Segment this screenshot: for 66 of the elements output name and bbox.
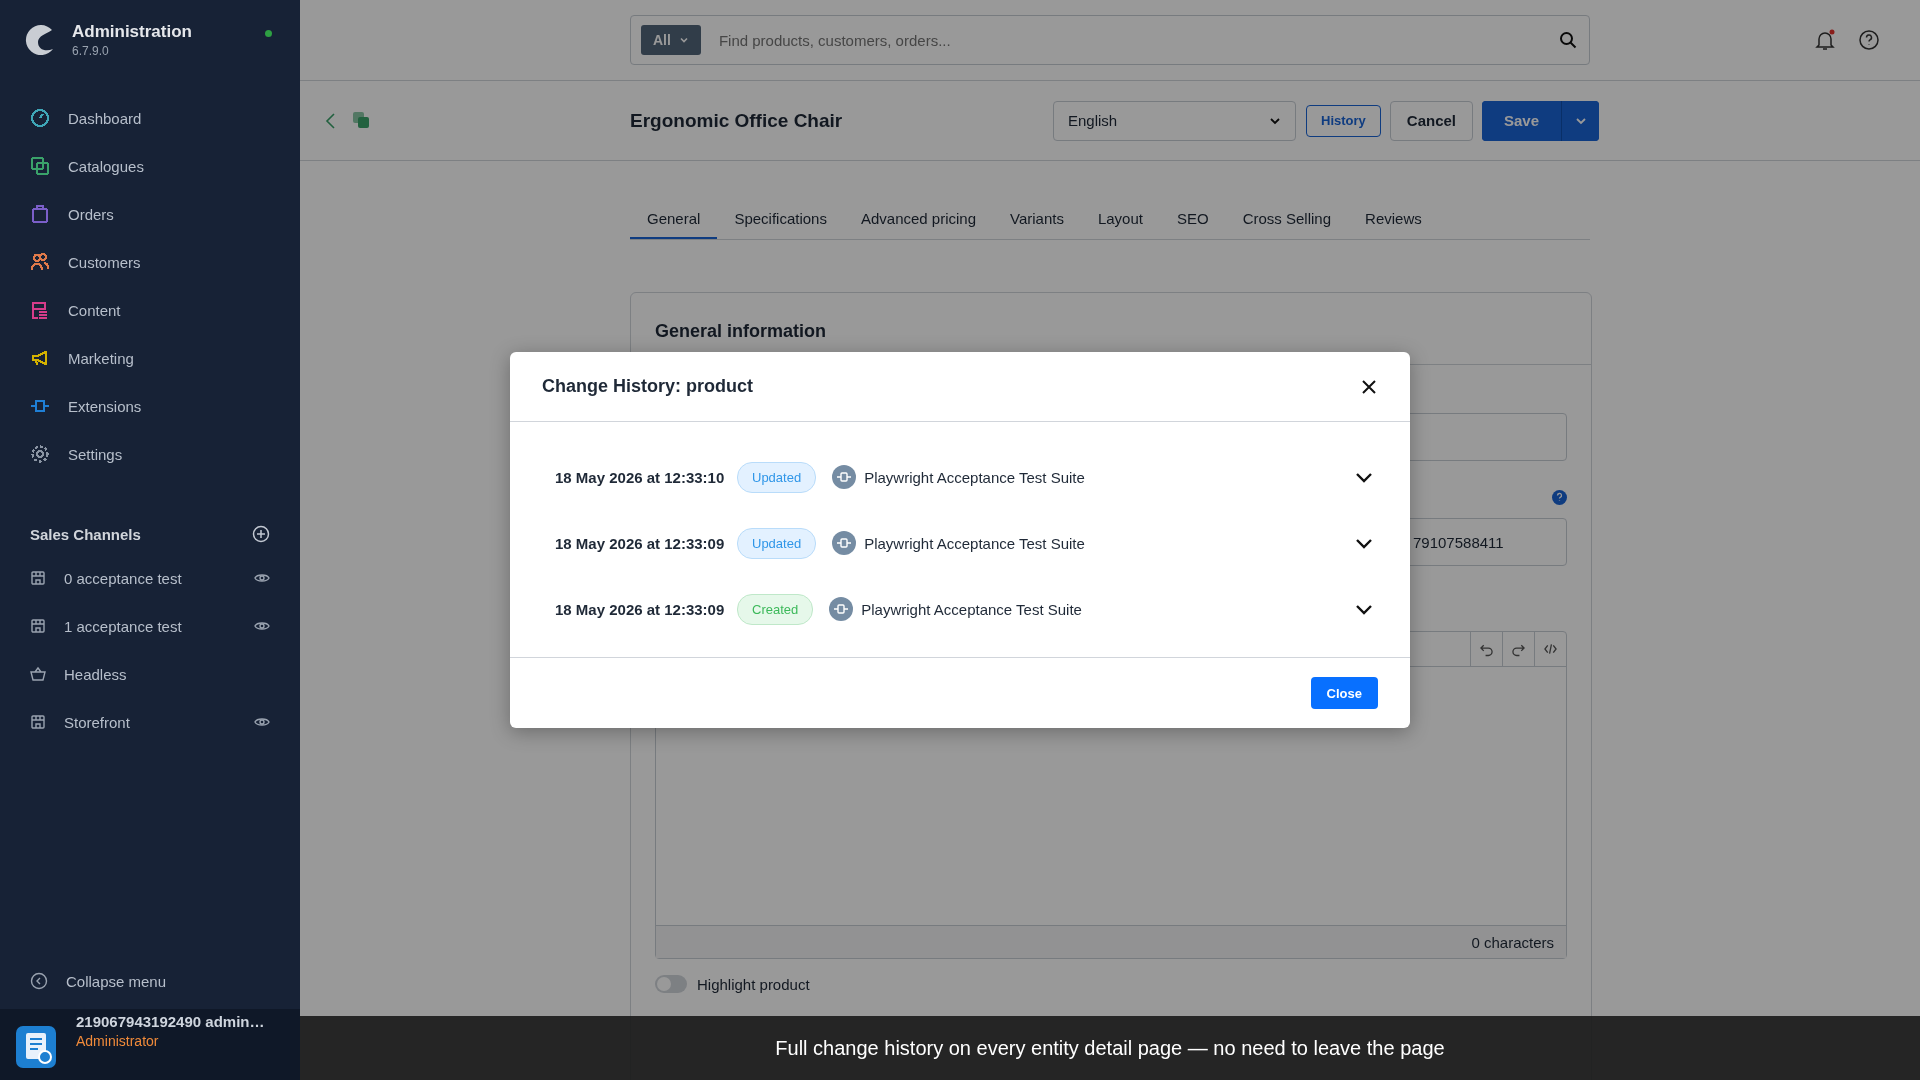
status-badge: Updated xyxy=(737,461,817,493)
back-icon[interactable] xyxy=(324,110,338,131)
store-icon xyxy=(30,714,46,730)
close-button[interactable]: Close xyxy=(1310,677,1378,709)
user-name: Playwright Acceptance Test Suite xyxy=(861,600,1083,618)
page-title: Ergonomic Office Chair xyxy=(630,109,844,132)
integration-icon xyxy=(829,597,854,621)
scope-dropdown[interactable]: All xyxy=(641,25,701,55)
sales-channel-item[interactable]: 0 acceptance test xyxy=(0,554,300,602)
nav-item[interactable]: Extensions xyxy=(0,382,300,430)
toggle-label: Highlight product xyxy=(697,975,810,993)
tab[interactable]: Reviews xyxy=(1348,210,1439,239)
user-name: Playwright Acceptance Test Suite xyxy=(864,534,1086,552)
sales-channel-item[interactable]: Headless xyxy=(0,650,300,698)
tab[interactable]: General xyxy=(630,210,718,239)
integration-icon xyxy=(832,465,857,489)
nav-item[interactable]: Content xyxy=(0,286,300,334)
timestamp: 18 May 2026 at 12:33:09 xyxy=(555,600,726,618)
nav-item[interactable]: Settings xyxy=(0,430,300,478)
version-label: 6.7.9.0 xyxy=(72,44,110,58)
tab[interactable]: SEO xyxy=(1160,210,1226,239)
section-heading: Sales Channels xyxy=(30,525,141,543)
user-name: Playwright Acceptance Test Suite xyxy=(864,468,1086,486)
add-icon[interactable] xyxy=(252,525,270,543)
user-name: 219067943192490 admin… xyxy=(76,1013,265,1030)
chevron-circle-icon xyxy=(30,972,48,990)
tab[interactable]: Cross Selling xyxy=(1225,210,1349,239)
collapse-menu-button[interactable]: Collapse menu xyxy=(0,957,300,1005)
store-icon xyxy=(30,570,46,586)
app-title: Administration xyxy=(72,22,192,42)
caption-text: Full change history on every entity detail page — no need to leave the page xyxy=(775,1036,1445,1060)
nav-item[interactable]: Marketing xyxy=(0,334,300,382)
nav-item[interactable]: Customers xyxy=(0,238,300,286)
sales-channel-item[interactable]: Storefront xyxy=(0,698,300,746)
tab[interactable]: Specifications xyxy=(717,210,844,239)
user-role: Administrator xyxy=(76,1033,160,1049)
status-badge: Created xyxy=(737,593,814,625)
timestamp: 18 May 2026 at 12:33:09 xyxy=(555,534,726,552)
help-icon[interactable] xyxy=(1552,489,1567,505)
basket-icon xyxy=(30,666,46,682)
dialog-title: Change History: product xyxy=(542,376,753,397)
status-dot xyxy=(265,30,272,37)
tab[interactable]: Variants xyxy=(993,210,1081,239)
timestamp: 18 May 2026 at 12:33:10 xyxy=(555,468,726,486)
caret-icon xyxy=(678,35,689,45)
tab[interactable]: Advanced pricing xyxy=(843,210,993,239)
history-button[interactable]: History xyxy=(1306,104,1381,137)
toggle-switch[interactable] xyxy=(655,975,687,993)
nav-item[interactable]: Dashboard xyxy=(0,94,300,142)
character-count: 0 characters xyxy=(1471,933,1554,951)
status-badge: Updated xyxy=(737,527,817,559)
nav-item[interactable]: Orders xyxy=(0,190,300,238)
tab[interactable]: Layout xyxy=(1080,210,1160,239)
document-clock-icon[interactable] xyxy=(16,1026,56,1068)
close-icon[interactable] xyxy=(1360,377,1378,396)
cancel-button[interactable]: Cancel xyxy=(1389,100,1473,141)
search-field[interactable]: All Find products, customers, orders... xyxy=(630,15,1590,65)
sales-channel-item[interactable]: 1 acceptance test xyxy=(0,602,300,650)
integration-icon xyxy=(832,531,857,555)
search-icon[interactable] xyxy=(1559,31,1577,49)
bell-icon[interactable] xyxy=(1814,29,1836,51)
save-options-button[interactable] xyxy=(1561,100,1600,141)
store-icon xyxy=(30,618,46,634)
language-select[interactable]: English xyxy=(1053,100,1296,141)
help-icon[interactable] xyxy=(1858,29,1880,51)
nav-item[interactable]: Catalogues xyxy=(0,142,300,190)
